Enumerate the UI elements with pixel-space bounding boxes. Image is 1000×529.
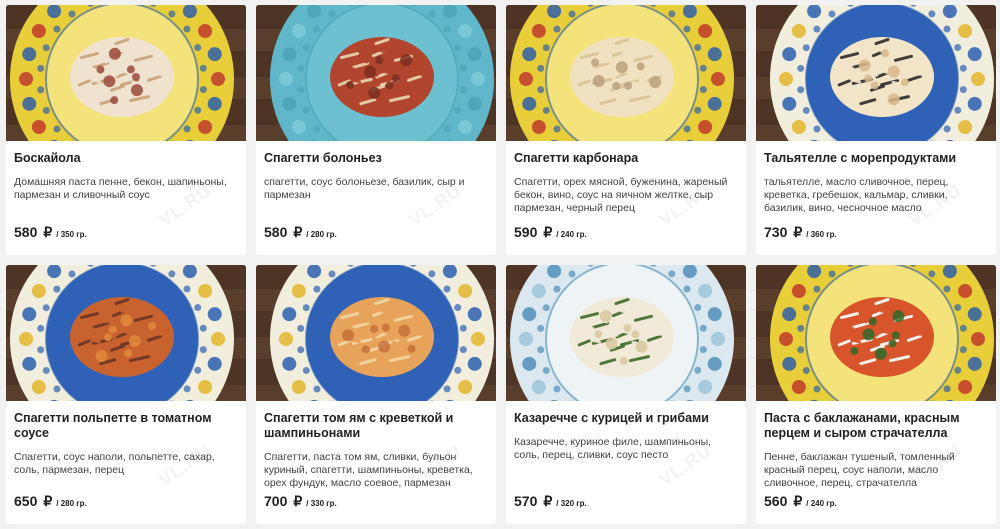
menu-grid: Боскайола Домашняя паста пенне, бекон, ша… (0, 0, 1000, 529)
dish-photo-illustration (256, 5, 496, 141)
dish-photo[interactable] (506, 5, 746, 141)
dish-title[interactable]: Спагетти том ям с креветкой и шампиньона… (264, 411, 488, 441)
dish-description: спагетти, соус болоньезе, базилик, сыр и… (264, 176, 465, 201)
dish-description: тальятелле, масло сливочное, перец, крев… (764, 176, 949, 214)
currency-symbol: ₽ (793, 224, 803, 240)
portion-weight: / 360 гр. (806, 230, 837, 239)
dish-title[interactable]: Боскайола (14, 151, 238, 166)
dish-photo-illustration (506, 265, 746, 401)
menu-item-card[interactable]: Тальятелле с морепродуктами тальятелле, м… (756, 5, 996, 255)
portion-weight: / 240 гр. (806, 499, 837, 508)
card-body: Казаречче с курицей и грибами Казаречче, … (506, 401, 746, 524)
currency-symbol: ₽ (793, 493, 803, 509)
menu-item-card[interactable]: Боскайола Домашняя паста пенне, бекон, ша… (6, 5, 246, 255)
dish-description: Пенне, баклажан тушеный, томленный красн… (764, 451, 955, 489)
currency-symbol: ₽ (293, 493, 303, 509)
price-value: 730 (764, 224, 788, 240)
price-value: 590 (514, 224, 538, 240)
dish-photo-illustration (6, 5, 246, 141)
dish-price: 580 ₽/ 350 гр. (14, 224, 87, 241)
card-body: Спагетти том ям с креветкой и шампиньона… (256, 401, 496, 524)
dish-photo-illustration (506, 5, 746, 141)
dish-photo[interactable] (756, 5, 996, 141)
currency-symbol: ₽ (293, 224, 303, 240)
card-body: Спагетти польпетте в томатном соусе Спаге… (6, 401, 246, 524)
menu-item-card[interactable]: Паста с баклажанами, красным перцем и сы… (756, 265, 996, 524)
dish-photo-illustration (256, 265, 496, 401)
portion-weight: / 330 гр. (306, 499, 337, 508)
card-body: Спагетти болоньез спагетти, соус болоньез… (256, 141, 496, 255)
card-body: Спагетти карбонара Спагетти, орех мясной,… (506, 141, 746, 255)
dish-title[interactable]: Тальятелле с морепродуктами (764, 151, 988, 166)
dish-photo[interactable] (256, 265, 496, 401)
card-body: Тальятелле с морепродуктами тальятелле, м… (756, 141, 996, 255)
menu-item-card[interactable]: Спагетти болоньез спагетти, соус болоньез… (256, 5, 496, 255)
dish-description: Домашняя паста пенне, бекон, шапиньоны, … (14, 176, 227, 201)
dish-description: Спагетти, паста том ям, сливки, бульон к… (264, 451, 473, 489)
dish-price: 590 ₽/ 240 гр. (514, 224, 587, 241)
dish-photo[interactable] (6, 265, 246, 401)
dish-price: 700 ₽/ 330 гр. (264, 493, 337, 510)
portion-weight: / 280 гр. (306, 230, 337, 239)
dish-photo[interactable] (256, 5, 496, 141)
dish-description: Спагетти, соус наполи, польпетте, сахар,… (14, 451, 215, 476)
menu-item-card[interactable]: Спагетти том ям с креветкой и шампиньона… (256, 265, 496, 524)
dish-price: 580 ₽/ 280 гр. (264, 224, 337, 241)
dish-price: 730 ₽/ 360 гр. (764, 224, 837, 241)
dish-photo-illustration (6, 265, 246, 401)
menu-item-card[interactable]: Спагетти польпетте в томатном соусе Спаге… (6, 265, 246, 524)
currency-symbol: ₽ (543, 493, 553, 509)
dish-photo-illustration (756, 5, 996, 141)
menu-item-card[interactable]: Казаречче с курицей и грибами Казаречче, … (506, 265, 746, 524)
dish-photo[interactable] (6, 5, 246, 141)
dish-description: Казаречче, куриное филе, шампиньоны, сол… (514, 436, 712, 461)
dish-title[interactable]: Казаречче с курицей и грибами (514, 411, 738, 426)
dish-description: Спагетти, орех мясной, буженина, жареный… (514, 176, 728, 214)
portion-weight: / 350 гр. (56, 230, 87, 239)
dish-photo[interactable] (756, 265, 996, 401)
portion-weight: / 320 гр. (556, 499, 587, 508)
portion-weight: / 280 гр. (56, 499, 87, 508)
price-value: 580 (264, 224, 288, 240)
price-value: 700 (264, 493, 288, 509)
dish-title[interactable]: Спагетти карбонара (514, 151, 738, 166)
dish-price: 650 ₽/ 280 гр. (14, 493, 87, 510)
dish-price: 560 ₽/ 240 гр. (764, 493, 837, 510)
dish-title[interactable]: Спагетти польпетте в томатном соусе (14, 411, 238, 441)
currency-symbol: ₽ (43, 224, 53, 240)
price-value: 560 (764, 493, 788, 509)
dish-price: 570 ₽/ 320 гр. (514, 493, 587, 510)
price-value: 580 (14, 224, 38, 240)
dish-title[interactable]: Паста с баклажанами, красным перцем и сы… (764, 411, 988, 441)
price-value: 570 (514, 493, 538, 509)
dish-photo-illustration (756, 265, 996, 401)
portion-weight: / 240 гр. (556, 230, 587, 239)
currency-symbol: ₽ (43, 493, 53, 509)
currency-symbol: ₽ (543, 224, 553, 240)
card-body: Паста с баклажанами, красным перцем и сы… (756, 401, 996, 524)
menu-item-card[interactable]: Спагетти карбонара Спагетти, орех мясной,… (506, 5, 746, 255)
dish-photo[interactable] (506, 265, 746, 401)
dish-title[interactable]: Спагетти болоньез (264, 151, 488, 166)
card-body: Боскайола Домашняя паста пенне, бекон, ша… (6, 141, 246, 255)
price-value: 650 (14, 493, 38, 509)
